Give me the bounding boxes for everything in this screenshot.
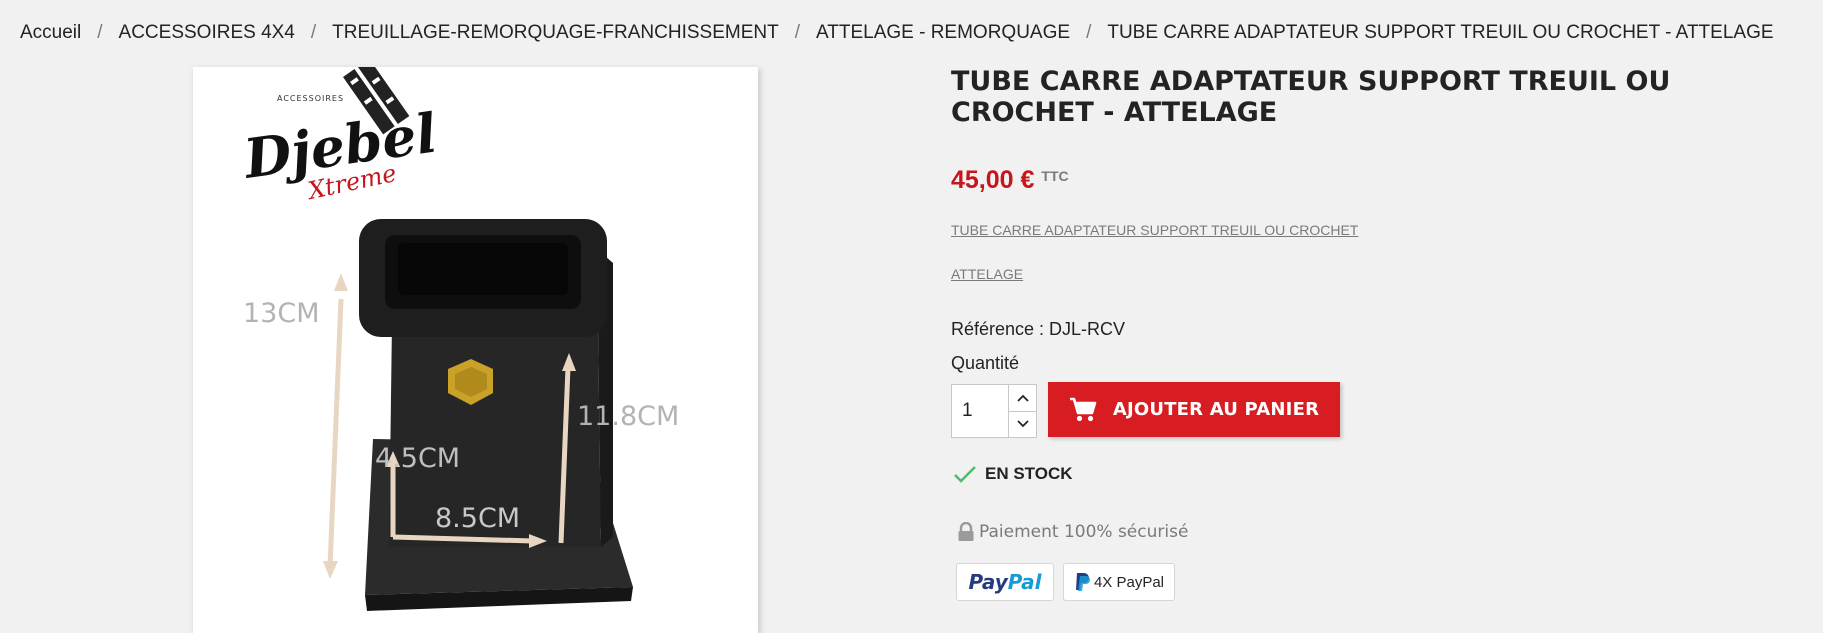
cart-icon <box>1069 397 1097 421</box>
breadcrumb-separator: / <box>794 22 800 43</box>
breadcrumb: Accueil / ACCESSOIRES 4X4 / TREUILLAGE-R… <box>20 22 1774 44</box>
dimension-label-width: 4.5CM <box>375 443 460 474</box>
product-price: 45,00 € <box>951 166 1035 194</box>
quantity-label: Quantité <box>951 353 1020 373</box>
product-title: TUBE CARRE ADAPTATEUR SUPPORT TREUIL OU … <box>951 66 1671 128</box>
add-to-cart-button[interactable]: AJOUTER AU PANIER <box>1048 382 1340 437</box>
stock-label: EN STOCK <box>985 464 1073 483</box>
breadcrumb-item-accessoires[interactable]: ACCESSOIRES 4X4 <box>119 22 295 44</box>
paypal-4x-label: 4X PayPal <box>1093 573 1165 591</box>
product-image[interactable]: ACCESSOIRES Djebel Xtreme 13CM 11.8CM 4.… <box>193 67 758 633</box>
paypal-logo-icon <box>1075 573 1090 591</box>
breadcrumb-item-current: TUBE CARRE ADAPTATEUR SUPPORT TREUIL OU … <box>1107 22 1774 43</box>
quantity-increase-button[interactable] <box>1009 385 1036 412</box>
chevron-up-icon <box>1016 394 1029 402</box>
dimension-label-inner-height: 11.8CM <box>577 401 679 432</box>
product-photo: ACCESSOIRES Djebel Xtreme 13CM 11.8CM 4.… <box>238 67 679 611</box>
check-icon <box>954 466 976 483</box>
paypal-logo-pal: Pal <box>1007 570 1042 594</box>
paypal-4x-badge: 4X PayPal <box>1063 563 1175 601</box>
breadcrumb-item-home[interactable]: Accueil <box>20 22 81 44</box>
breadcrumb-separator: / <box>310 22 317 43</box>
price-row: 45,00 € TTC <box>951 166 1069 195</box>
quantity-stepper-buttons <box>1009 385 1036 437</box>
product-description-line: ATTELAGE <box>951 266 1024 282</box>
breadcrumb-item-attelage[interactable]: ATTELAGE - REMORQUAGE <box>816 22 1070 44</box>
breadcrumb-separator: / <box>1086 22 1092 43</box>
dimension-label-base: 8.5CM <box>435 503 520 534</box>
secure-payment-label: Paiement 100% sécurisé <box>979 522 1189 542</box>
quantity-stepper <box>951 384 1037 438</box>
quantity-decrease-button[interactable] <box>1009 412 1036 438</box>
add-to-cart-label: AJOUTER AU PANIER <box>1112 399 1320 420</box>
breadcrumb-item-treuillage[interactable]: TREUILLAGE-REMORQUAGE-FRANCHISSEMENT <box>332 22 779 44</box>
paypal-badge: PayPal <box>956 563 1054 601</box>
product-details: TUBE CARRE ADAPTATEUR SUPPORT TREUIL OU … <box>951 66 1791 601</box>
secure-payment: Paiement 100% sécurisé <box>957 522 1188 542</box>
quantity-input[interactable] <box>952 385 1009 437</box>
product-description-line: TUBE CARRE ADAPTATEUR SUPPORT TREUIL OU … <box>951 222 1359 238</box>
product-reference: Référence : DJL-RCV <box>951 319 1126 339</box>
lock-icon <box>958 522 974 541</box>
paypal-logo-icon: PayPal <box>968 570 1041 594</box>
stock-status: EN STOCK <box>953 464 1073 484</box>
chevron-down-icon <box>1016 420 1029 428</box>
breadcrumb-separator: / <box>97 22 103 43</box>
dimension-label-height: 13CM <box>243 298 320 329</box>
tax-label: TTC <box>1041 168 1069 184</box>
logo-top-text: ACCESSOIRES <box>277 94 344 103</box>
paypal-logo-pay: Pay <box>968 570 1008 594</box>
brand-logo: ACCESSOIRES Djebel Xtreme <box>238 67 441 205</box>
tube-body <box>359 219 613 547</box>
